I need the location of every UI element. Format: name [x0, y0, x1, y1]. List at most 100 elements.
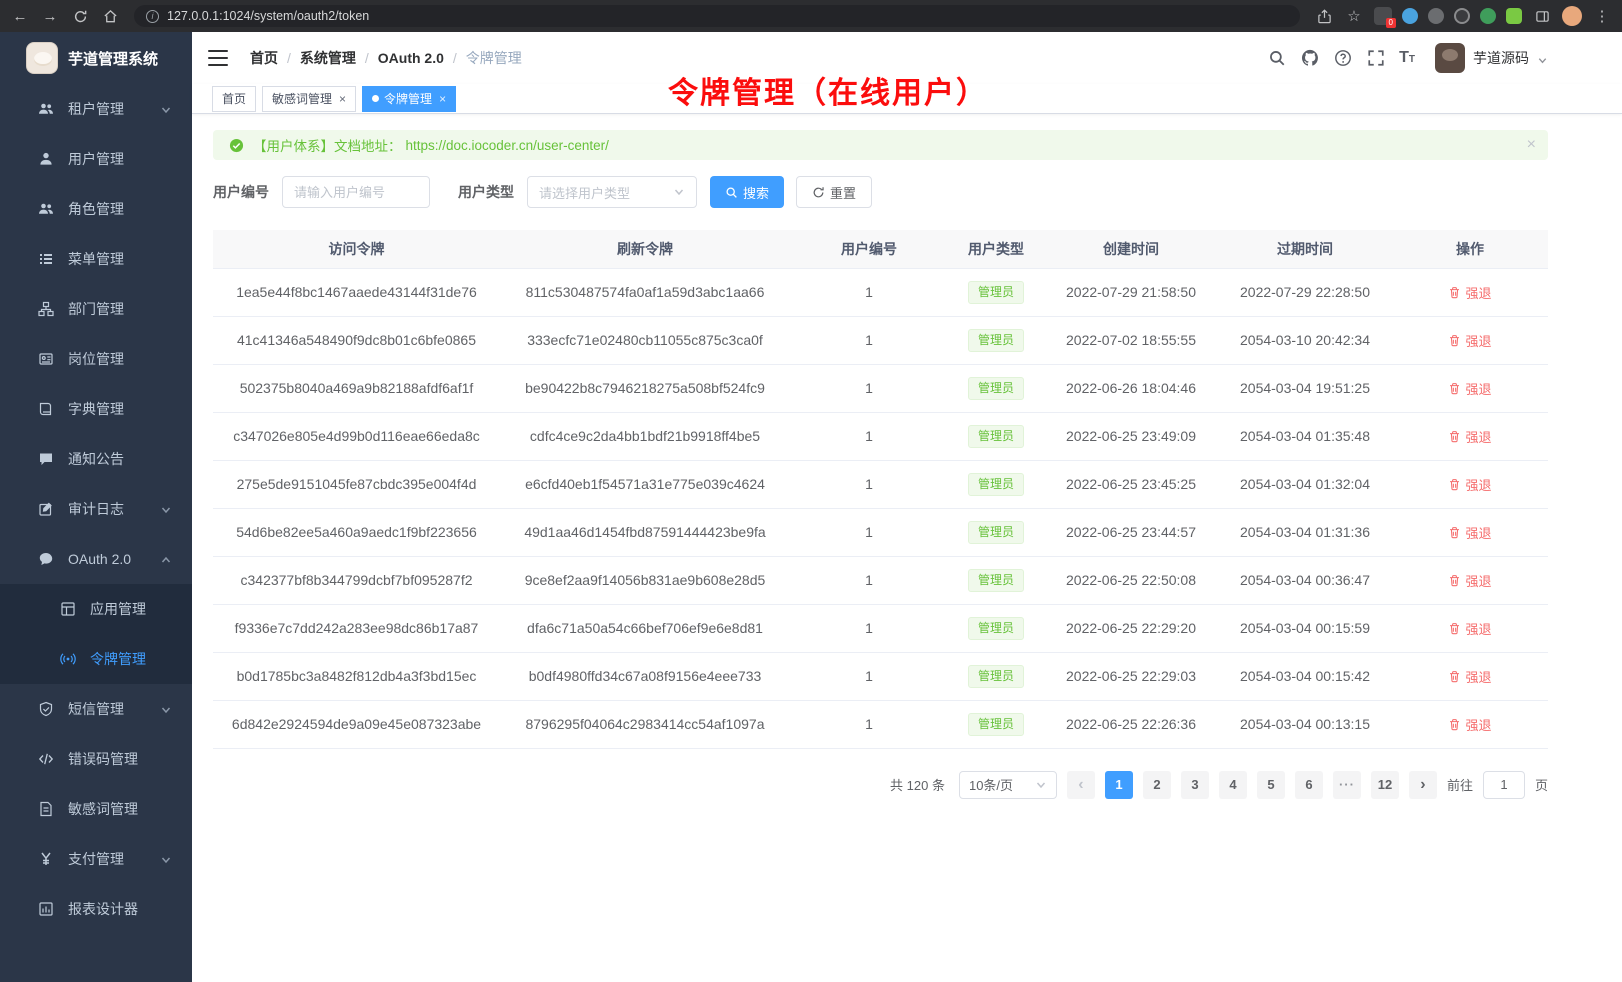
- sidebar-item[interactable]: 岗位管理: [0, 334, 192, 384]
- search-button[interactable]: 搜索: [710, 176, 784, 208]
- sidebar-item[interactable]: 报表设计器: [0, 884, 192, 934]
- view-tab[interactable]: 令牌管理×: [362, 86, 456, 112]
- close-icon[interactable]: ×: [439, 93, 446, 105]
- doc-link[interactable]: https://doc.iocoder.cn/user-center/: [406, 138, 609, 153]
- person-icon: [38, 151, 54, 167]
- sidebar-item[interactable]: OAuth 2.0: [0, 534, 192, 584]
- force-logout-button[interactable]: 强退: [1448, 523, 1491, 542]
- breadcrumb-item[interactable]: 系统管理: [300, 48, 356, 68]
- home-icon[interactable]: [100, 6, 120, 26]
- fullscreen-icon[interactable]: [1366, 49, 1385, 68]
- action-cell: 强退: [1392, 652, 1548, 700]
- user-type-select[interactable]: 请选择用户类型: [527, 176, 697, 208]
- trash-icon: [1448, 286, 1461, 299]
- sidebar-item[interactable]: 令牌管理: [0, 634, 192, 684]
- table-row: c342377bf8b344799dcbf7bf095287f29ce8ef2a…: [213, 556, 1548, 604]
- extension-puzzle-icon[interactable]: [1506, 8, 1522, 24]
- breadcrumb-item[interactable]: 首页: [250, 48, 278, 68]
- sidebar-item[interactable]: 角色管理: [0, 184, 192, 234]
- user-type-badge: 管理员: [968, 521, 1024, 544]
- force-logout-button[interactable]: 强退: [1448, 331, 1491, 350]
- breadcrumb-item[interactable]: OAuth 2.0: [378, 50, 444, 66]
- chevron-down-icon: [673, 186, 685, 198]
- browser-menu-icon[interactable]: ⋮: [1592, 6, 1612, 26]
- text-size-icon[interactable]: TT: [1399, 51, 1415, 65]
- sidebar-item[interactable]: 敏感词管理: [0, 784, 192, 834]
- extension-dark-icon[interactable]: [1454, 8, 1470, 24]
- close-icon[interactable]: ×: [339, 93, 346, 105]
- view-tab[interactable]: 首页: [212, 86, 256, 112]
- user-avatar: [1435, 43, 1465, 73]
- sidebar-item-label: 审计日志: [68, 499, 124, 519]
- force-logout-button[interactable]: 强退: [1448, 475, 1491, 494]
- force-logout-button[interactable]: 强退: [1448, 715, 1491, 734]
- app-logo[interactable]: 芋道管理系统: [0, 32, 192, 84]
- sidebar-item[interactable]: 部门管理: [0, 284, 192, 334]
- chevron-down-icon: [160, 703, 172, 715]
- user-menu[interactable]: 芋道源码: [1435, 43, 1548, 73]
- shield-icon: [38, 701, 54, 717]
- sidebar-item[interactable]: 支付管理: [0, 834, 192, 884]
- expire-time-cell: 2054-03-04 00:36:47: [1218, 556, 1392, 604]
- address-bar[interactable]: i 127.0.0.1:1024/system/oauth2/token: [134, 5, 1300, 27]
- sidebar-item[interactable]: 错误码管理: [0, 734, 192, 784]
- goto-page-input[interactable]: [1483, 771, 1525, 799]
- sidebar-item-label: 支付管理: [68, 849, 124, 869]
- expire-time-cell: 2054-03-04 19:51:25: [1218, 364, 1392, 412]
- split-view-icon[interactable]: [1532, 6, 1552, 26]
- search-icon[interactable]: [1267, 49, 1286, 68]
- page-button-3[interactable]: 3: [1181, 771, 1209, 799]
- force-logout-button[interactable]: 强退: [1448, 427, 1491, 446]
- sidebar-item[interactable]: 通知公告: [0, 434, 192, 484]
- sidebar-item[interactable]: 字典管理: [0, 384, 192, 434]
- browser-profile-avatar[interactable]: [1562, 6, 1582, 26]
- breadcrumb-item: 令牌管理: [466, 48, 522, 68]
- view-tab[interactable]: 敏感词管理×: [262, 86, 356, 112]
- extension-blue-icon[interactable]: [1402, 8, 1418, 24]
- page-button-6[interactable]: 6: [1295, 771, 1323, 799]
- sidebar-item[interactable]: 审计日志: [0, 484, 192, 534]
- close-icon[interactable]: ×: [1527, 137, 1536, 153]
- next-page-button[interactable]: ›: [1409, 771, 1437, 799]
- report-icon: [38, 901, 54, 917]
- extension-badge-icon[interactable]: 0: [1374, 7, 1392, 25]
- back-icon[interactable]: ←: [10, 6, 30, 26]
- prev-page-button[interactable]: ‹: [1067, 771, 1095, 799]
- extension-green-icon[interactable]: [1480, 8, 1496, 24]
- reset-button[interactable]: 重置: [796, 176, 872, 208]
- forward-icon[interactable]: →: [40, 6, 60, 26]
- page-button-4[interactable]: 4: [1219, 771, 1247, 799]
- help-icon[interactable]: [1333, 49, 1352, 68]
- page-button-1[interactable]: 1: [1105, 771, 1133, 799]
- force-logout-button[interactable]: 强退: [1448, 619, 1491, 638]
- force-logout-button[interactable]: 强退: [1448, 667, 1491, 686]
- force-logout-button[interactable]: 强退: [1448, 379, 1491, 398]
- page-button-12[interactable]: 12: [1371, 771, 1399, 799]
- access-token-cell: c347026e805e4d99b0d116eae66eda8c: [213, 412, 500, 460]
- site-info-icon[interactable]: i: [146, 10, 159, 23]
- hamburger-icon[interactable]: [208, 50, 228, 66]
- sidebar-item[interactable]: 短信管理: [0, 684, 192, 734]
- sidebar-item[interactable]: 用户管理: [0, 134, 192, 184]
- extension-gray-icon[interactable]: [1428, 8, 1444, 24]
- share-icon[interactable]: [1314, 6, 1334, 26]
- reload-icon[interactable]: [70, 6, 90, 26]
- expire-time-cell: 2054-03-04 00:15:42: [1218, 652, 1392, 700]
- user-id-cell: 1: [790, 508, 948, 556]
- sidebar-item[interactable]: 应用管理: [0, 584, 192, 634]
- more-pages-button[interactable]: ···: [1333, 771, 1361, 799]
- sidebar-item[interactable]: 租户管理: [0, 84, 192, 134]
- page-button-2[interactable]: 2: [1143, 771, 1171, 799]
- trash-icon: [1448, 622, 1461, 635]
- force-logout-button[interactable]: 强退: [1448, 571, 1491, 590]
- total-count: 共 120 条: [890, 775, 945, 794]
- bookmark-star-icon[interactable]: ☆: [1344, 6, 1364, 26]
- sidebar-item[interactable]: 菜单管理: [0, 234, 192, 284]
- page-size-select[interactable]: 10条/页: [959, 771, 1057, 799]
- page-button-5[interactable]: 5: [1257, 771, 1285, 799]
- force-logout-button[interactable]: 强退: [1448, 283, 1491, 302]
- refresh-token-cell: be90422b8c7946218275a508bf524fc9: [500, 364, 790, 412]
- reset-button-label: 重置: [830, 183, 856, 202]
- user-id-input[interactable]: [282, 176, 430, 208]
- github-icon[interactable]: [1300, 49, 1319, 68]
